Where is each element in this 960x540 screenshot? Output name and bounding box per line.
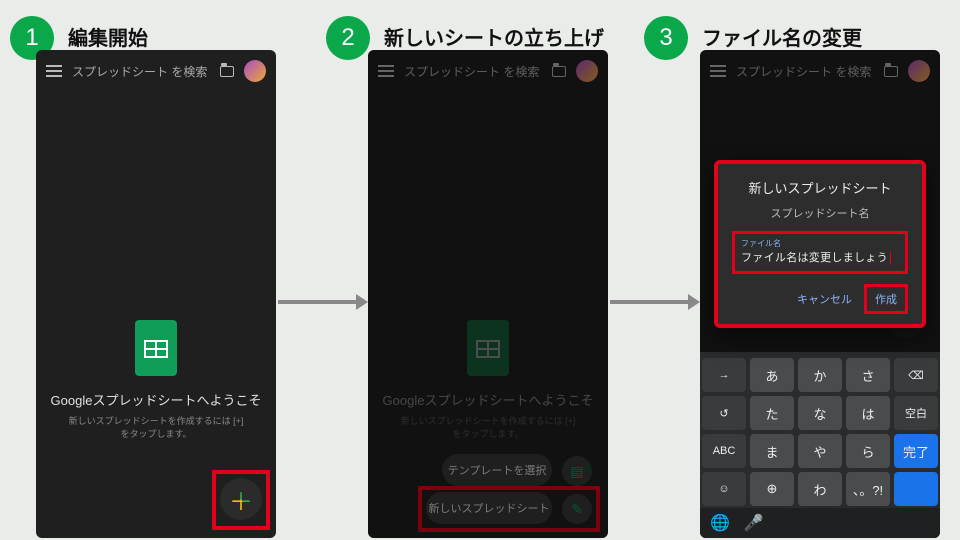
key-ha[interactable]: は: [846, 396, 890, 430]
welcome-block: Googleスプレッドシートへようこそ 新しいスプレッドシートを作成するには […: [36, 320, 276, 440]
topbar: スプレッドシート を検索: [368, 50, 608, 92]
key-undo[interactable]: ↺: [702, 396, 746, 430]
step-badge-3: 3: [644, 16, 688, 60]
key-ka[interactable]: か: [798, 358, 842, 392]
key-ra[interactable]: ら: [846, 434, 890, 468]
menu-icon[interactable]: [46, 65, 62, 77]
avatar[interactable]: [908, 60, 930, 82]
key-emoji[interactable]: ☺: [702, 472, 746, 506]
key-space[interactable]: 空白: [894, 396, 938, 430]
new-sheet-icon-button[interactable]: ✎: [562, 494, 592, 524]
step-title-1: 編集開始: [68, 22, 148, 51]
phone-1: スプレッドシート を検索 Googleスプレッドシートへようこそ 新しいスプレッ…: [36, 50, 276, 538]
key-wa[interactable]: わ: [798, 472, 842, 506]
arrow-2: [610, 300, 690, 304]
dialog-subtitle: スプレッドシート名: [732, 205, 908, 221]
key-backspace[interactable]: ⌫: [894, 358, 938, 392]
key-done[interactable]: 完了: [894, 434, 938, 468]
pencil-icon: ✎: [571, 501, 583, 518]
new-sheet-dialog: 新しいスプレッドシート スプレッドシート名 ファイル名 ファイル名は変更しましょ…: [714, 160, 926, 328]
key-ma[interactable]: ま: [750, 434, 794, 468]
filename-label: ファイル名: [741, 238, 899, 249]
keyboard-util-row: 🌐 🎤: [700, 508, 940, 538]
dialog-title: 新しいスプレッドシート: [732, 178, 908, 197]
menu-icon[interactable]: [710, 65, 726, 77]
welcome-block: Googleスプレッドシートへようこそ 新しいスプレッドシートを作成するには […: [368, 320, 608, 440]
search-input[interactable]: スプレッドシート を検索: [404, 63, 542, 80]
arrow-1: [278, 300, 358, 304]
soft-keyboard: → あ か さ ⌫ ↺ た な は 空白 ABC ま や ら 完了 ☺ ⊕ わ …: [700, 352, 940, 538]
templates-button[interactable]: テンプレートを選択: [442, 454, 552, 486]
search-input[interactable]: スプレッドシート を検索: [736, 63, 874, 80]
new-sheet-button[interactable]: 新しいスプレッドシート: [426, 492, 552, 524]
fab-new[interactable]: ＋: [220, 478, 262, 520]
step-title-2: 新しいシートの立ち上げ: [384, 22, 604, 51]
key-ta[interactable]: た: [750, 396, 794, 430]
key-next[interactable]: →: [702, 358, 746, 392]
key-a[interactable]: あ: [750, 358, 794, 392]
folder-icon[interactable]: [220, 66, 234, 77]
key-small[interactable]: ⊕: [750, 472, 794, 506]
menu-icon[interactable]: [378, 65, 394, 77]
create-button[interactable]: 作成: [864, 284, 908, 314]
filename-input[interactable]: ファイル名は変更しましょう: [741, 249, 899, 265]
topbar: スプレッドシート を検索: [700, 50, 940, 92]
phone-2: スプレッドシート を検索 Googleスプレッドシートへようこそ 新しいスプレッ…: [368, 50, 608, 538]
filename-field-wrap: ファイル名 ファイル名は変更しましょう: [732, 231, 908, 274]
avatar[interactable]: [244, 60, 266, 82]
globe-icon[interactable]: 🌐: [710, 513, 730, 533]
key-ya[interactable]: や: [798, 434, 842, 468]
key-sa[interactable]: さ: [846, 358, 890, 392]
folder-icon[interactable]: [884, 66, 898, 77]
welcome-title: Googleスプレッドシートへようこそ: [50, 390, 262, 409]
welcome-sub: 新しいスプレッドシートを作成するには [+]をタップします。: [382, 415, 594, 440]
sheets-icon: [135, 320, 177, 376]
sheets-icon: [467, 320, 509, 376]
folder-icon[interactable]: [552, 66, 566, 77]
phone-3: スプレッドシート を検索 Googleスプレッドシートへようこそ ＋ 新しいスプ…: [700, 50, 940, 538]
key-done-ext[interactable]: [894, 472, 938, 506]
cancel-button[interactable]: キャンセル: [791, 287, 858, 311]
welcome-sub: 新しいスプレッドシートを作成するには [+]をタップします。: [50, 415, 262, 440]
key-na[interactable]: な: [798, 396, 842, 430]
step-title-3: ファイル名の変更: [702, 22, 862, 51]
text-cursor: [890, 252, 891, 264]
welcome-title: Googleスプレッドシートへようこそ: [382, 390, 594, 409]
topbar: スプレッドシート を検索: [36, 50, 276, 92]
templates-icon-button[interactable]: ▤: [562, 456, 592, 486]
key-punct[interactable]: 、。?!: [846, 472, 890, 506]
avatar[interactable]: [576, 60, 598, 82]
mic-icon[interactable]: 🎤: [744, 513, 764, 533]
step-badge-2: 2: [326, 16, 370, 60]
key-abc[interactable]: ABC: [702, 434, 746, 468]
plus-icon: ＋: [229, 482, 253, 517]
template-icon: ▤: [570, 463, 583, 480]
search-input[interactable]: スプレッドシート を検索: [72, 63, 210, 80]
